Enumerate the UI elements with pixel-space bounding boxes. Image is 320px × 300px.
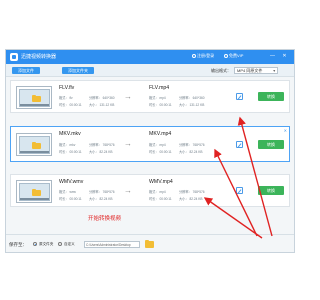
output-format-label: 输出格式： bbox=[211, 68, 231, 73]
source-file-name: FLV.flv bbox=[59, 85, 75, 91]
convert-button[interactable]: 转换 bbox=[258, 92, 284, 101]
folder-icon bbox=[32, 141, 41, 149]
convert-button[interactable]: 转换 bbox=[258, 140, 284, 149]
minimize-button[interactable]: — bbox=[269, 52, 276, 60]
arrow-right-icon: → bbox=[124, 92, 132, 101]
arrow-right-icon: → bbox=[124, 186, 132, 195]
source-size: 大小： 82.24 KB bbox=[89, 197, 113, 201]
source-duration: 时长： 00:00:11 bbox=[59, 150, 82, 154]
edit-icon[interactable] bbox=[236, 141, 243, 148]
radio-custom-folder[interactable] bbox=[58, 242, 62, 246]
source-duration: 时长： 00:00:11 bbox=[59, 103, 82, 107]
source-size: 大小： 131.12 KB bbox=[89, 103, 115, 107]
vip-link[interactable]: 免费VIP bbox=[224, 53, 243, 59]
output-resolution: 分辨率： 768*576 bbox=[179, 190, 205, 194]
source-resolution: 分辨率： 768*576 bbox=[89, 143, 115, 147]
source-resolution: 分辨率： 768*576 bbox=[89, 190, 115, 194]
radio-source-folder-label: 原文件夹 bbox=[39, 242, 54, 246]
video-thumbnail bbox=[16, 133, 52, 156]
toolbar: 添加文件 添加文件夹 输出格式： MP4 同原文件 ▼ bbox=[6, 64, 294, 77]
output-file-name: WMV.mp4 bbox=[149, 179, 173, 185]
output-format-value: MP4 同原文件 bbox=[237, 68, 263, 73]
output-duration: 时长： 00:00:11 bbox=[149, 103, 172, 107]
video-thumbnail bbox=[16, 180, 52, 203]
save-path-input[interactable]: C:\Users\Administrator\Desktop bbox=[84, 241, 140, 248]
output-size: 大小： 82.24 KB bbox=[179, 150, 203, 154]
source-format: 格式： flv bbox=[59, 96, 73, 100]
annotation-text: 开始转换视频 bbox=[88, 216, 122, 222]
file-row[interactable]: WMV.wmv 格式： wmv 分辨率： 768*576 时长： 00:00:1… bbox=[10, 174, 290, 207]
radio-custom-folder-label: 自定义 bbox=[64, 242, 75, 246]
output-format: 格式： mp4 bbox=[149, 190, 166, 194]
video-thumbnail bbox=[16, 86, 52, 109]
close-button[interactable]: ✕ bbox=[281, 52, 288, 60]
output-duration: 时长： 00:00:11 bbox=[149, 150, 172, 154]
folder-icon bbox=[32, 188, 41, 196]
source-file-name: MKV.mkv bbox=[59, 131, 81, 137]
browse-folder-icon[interactable] bbox=[145, 239, 154, 248]
source-file-name: WMV.wmv bbox=[59, 179, 84, 185]
output-format: 格式： mp4 bbox=[149, 143, 166, 147]
output-resolution: 分辨率： 640*360 bbox=[179, 96, 205, 100]
title-bar: 迅捷视频转换器 注册/登录 免费VIP — ✕ bbox=[6, 50, 294, 64]
add-file-button[interactable]: 添加文件 bbox=[12, 67, 40, 74]
source-duration: 时长： 00:00:11 bbox=[59, 197, 82, 201]
source-size: 大小： 82.24 KB bbox=[89, 150, 113, 154]
output-size: 大小： 131.12 KB bbox=[179, 103, 205, 107]
convert-button[interactable]: 转换 bbox=[258, 186, 284, 195]
output-format: 格式： mp4 bbox=[149, 96, 166, 100]
vip-icon bbox=[224, 53, 228, 58]
source-format: 格式： mkv bbox=[59, 143, 76, 147]
login-link[interactable]: 注册/登录 bbox=[192, 53, 214, 59]
source-format: 格式： wmv bbox=[59, 190, 76, 194]
app-logo-icon bbox=[10, 53, 18, 61]
app-title: 迅捷视频转换器 bbox=[21, 54, 57, 60]
save-bar: 保存至： 原文件夹 自定义 C:\Users\Administrator\Des… bbox=[6, 234, 294, 252]
output-resolution: 分辨率： 768*576 bbox=[179, 143, 205, 147]
edit-icon[interactable] bbox=[236, 187, 243, 194]
add-folder-button[interactable]: 添加文件夹 bbox=[62, 67, 94, 74]
source-resolution: 分辨率： 640*360 bbox=[89, 96, 115, 100]
file-row[interactable]: MKV.mkv 格式： mkv 分辨率： 768*576 时长： 00:00:1… bbox=[10, 126, 290, 162]
radio-source-folder[interactable] bbox=[33, 242, 37, 246]
app-window: 迅捷视频转换器 注册/登录 免费VIP — ✕ 添加文件 添加文件夹 输出格式：… bbox=[5, 49, 295, 253]
output-size: 大小： 82.24 KB bbox=[179, 197, 203, 201]
output-file-name: FLV.mp4 bbox=[149, 85, 170, 91]
login-link-label: 注册/登录 bbox=[197, 53, 215, 58]
folder-icon bbox=[32, 94, 41, 102]
output-format-select[interactable]: MP4 同原文件 ▼ bbox=[234, 67, 278, 74]
edit-icon[interactable] bbox=[236, 93, 243, 100]
user-icon bbox=[192, 53, 196, 58]
save-to-label: 保存至： bbox=[9, 242, 27, 247]
close-icon[interactable]: ✕ bbox=[284, 128, 287, 133]
file-row[interactable]: FLV.flv 格式： flv 分辨率： 640*360 时长： 00:00:1… bbox=[10, 80, 290, 113]
chevron-down-icon: ▼ bbox=[272, 69, 276, 73]
output-duration: 时长： 00:00:11 bbox=[149, 197, 172, 201]
output-file-name: MKV.mp4 bbox=[149, 131, 172, 137]
vip-link-label: 免费VIP bbox=[229, 53, 244, 58]
arrow-right-icon: → bbox=[124, 139, 132, 148]
